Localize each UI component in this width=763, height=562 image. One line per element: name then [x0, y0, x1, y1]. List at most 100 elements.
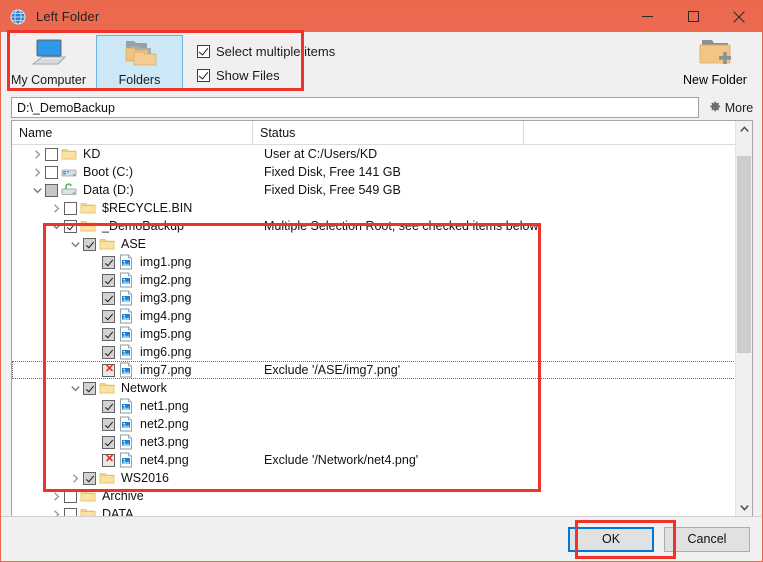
image-icon	[118, 290, 134, 306]
window-controls	[624, 1, 762, 32]
expand-toggle-icon[interactable]	[68, 379, 83, 397]
close-button[interactable]	[716, 1, 762, 32]
image-icon	[118, 308, 134, 324]
select-multiple-items-box[interactable]	[197, 45, 210, 58]
row-checkbox[interactable]	[64, 489, 77, 503]
scroll-up-arrow[interactable]	[736, 121, 752, 138]
show-files-box[interactable]	[197, 69, 210, 82]
row-checkbox[interactable]	[102, 291, 115, 305]
tree-row[interactable]: _DemoBackup Multiple Selection Root, see …	[12, 217, 752, 235]
show-files-label: Show Files	[216, 68, 280, 83]
expand-toggle-icon[interactable]	[30, 163, 45, 181]
tree-row[interactable]: net3.png	[12, 433, 752, 451]
column-header-extra	[524, 121, 752, 144]
tree-row-name: DATA	[102, 507, 134, 516]
tree-row[interactable]: Network	[12, 379, 752, 397]
tree-row[interactable]: $RECYCLE.BIN	[12, 199, 752, 217]
expand-toggle-icon	[87, 361, 102, 379]
column-header-status[interactable]: Status	[253, 121, 524, 144]
row-checkbox[interactable]	[64, 219, 77, 233]
expand-toggle-icon[interactable]	[68, 469, 83, 487]
file-tree-panel: Name Status KD User at C:/Users/KD Boot (C…	[11, 120, 753, 516]
minimize-button[interactable]	[624, 1, 670, 32]
tree-row[interactable]: Boot (C:) Fixed Disk, Free 141 GB	[12, 163, 752, 181]
column-header: Name Status	[12, 121, 752, 145]
tree-row[interactable]: WS2016	[12, 469, 752, 487]
expand-toggle-icon[interactable]	[49, 505, 64, 516]
show-files-checkbox[interactable]: Show Files	[197, 68, 335, 83]
expand-toggle-icon	[87, 343, 102, 361]
tree-row[interactable]: img2.png	[12, 271, 752, 289]
image-icon	[118, 398, 134, 414]
select-multiple-items-checkbox[interactable]: Select multiple items	[197, 44, 335, 59]
row-checkbox[interactable]	[83, 471, 96, 485]
row-checkbox[interactable]	[45, 165, 58, 179]
tree-row[interactable]: Archive	[12, 487, 752, 505]
tree-view[interactable]: KD User at C:/Users/KD Boot (C:) Fixed Disk…	[12, 145, 752, 516]
new-folder-button[interactable]: New Folder	[677, 36, 753, 87]
row-checkbox[interactable]	[45, 183, 58, 197]
row-checkbox[interactable]	[83, 237, 96, 251]
tree-row[interactable]: ASE	[12, 235, 752, 253]
row-checkbox-excluded[interactable]	[102, 363, 115, 377]
tree-row[interactable]: img4.png	[12, 307, 752, 325]
tree-row[interactable]: img1.png	[12, 253, 752, 271]
column-header-name[interactable]: Name	[12, 121, 253, 144]
tree-row[interactable]: Data (D:) Fixed Disk, Free 549 GB	[12, 181, 752, 199]
expand-toggle-icon	[87, 253, 102, 271]
tree-row[interactable]: DATA	[12, 505, 752, 516]
tree-row-name: _DemoBackup	[102, 219, 184, 233]
row-checkbox[interactable]	[102, 435, 115, 449]
tree-row[interactable]: KD User at C:/Users/KD	[12, 145, 752, 163]
tree-row-name: img5.png	[140, 327, 192, 341]
my-computer-button[interactable]: My Computer	[5, 35, 92, 91]
row-checkbox[interactable]	[64, 507, 77, 516]
tree-row[interactable]: img6.png	[12, 343, 752, 361]
tree-row[interactable]: net2.png	[12, 415, 752, 433]
expand-toggle-icon[interactable]	[30, 181, 45, 199]
more-button[interactable]: More	[699, 100, 762, 116]
cancel-button[interactable]: Cancel	[664, 526, 750, 552]
row-checkbox[interactable]	[83, 381, 96, 395]
expand-toggle-icon[interactable]	[49, 487, 64, 505]
row-checkbox[interactable]	[102, 309, 115, 323]
row-checkbox[interactable]	[102, 417, 115, 431]
ok-button[interactable]: OK	[568, 526, 654, 552]
scroll-thumb[interactable]	[737, 156, 751, 353]
row-checkbox[interactable]	[102, 345, 115, 359]
folders-button[interactable]: Folders	[96, 35, 183, 91]
tree-row[interactable]: img3.png	[12, 289, 752, 307]
row-checkbox[interactable]	[45, 147, 58, 161]
expand-toggle-icon[interactable]	[30, 145, 45, 163]
left-folder-dialog: Left Folder My Computer Folders Select m…	[0, 0, 763, 562]
expand-toggle-icon[interactable]	[49, 199, 64, 217]
row-checkbox[interactable]	[64, 201, 77, 215]
tree-row-name: WS2016	[121, 471, 169, 485]
image-icon	[118, 362, 134, 378]
row-checkbox[interactable]	[102, 273, 115, 287]
tree-row-name: net2.png	[140, 417, 189, 431]
tree-row-status: User at C:/Users/KD	[264, 147, 378, 161]
expand-toggle-icon[interactable]	[49, 217, 64, 235]
image-icon	[118, 344, 134, 360]
expand-toggle-icon	[87, 307, 102, 325]
image-icon	[118, 272, 134, 288]
scroll-down-arrow[interactable]	[736, 499, 752, 516]
folder-icon	[61, 146, 77, 162]
tree-row[interactable]: img7.png Exclude '/ASE/img7.png'	[12, 361, 752, 379]
tree-row-name: net1.png	[140, 399, 189, 413]
row-checkbox-excluded[interactable]	[102, 453, 115, 467]
tree-row[interactable]: net4.png Exclude '/Network/net4.png'	[12, 451, 752, 469]
expand-toggle-icon	[87, 415, 102, 433]
tree-row[interactable]: net1.png	[12, 397, 752, 415]
folders-label: Folders	[118, 72, 161, 87]
tree-scrollbar[interactable]	[735, 121, 752, 516]
maximize-button[interactable]	[670, 1, 716, 32]
tree-row[interactable]: img5.png	[12, 325, 752, 343]
row-checkbox[interactable]	[102, 327, 115, 341]
expand-toggle-icon[interactable]	[68, 235, 83, 253]
path-input[interactable]: D:\_DemoBackup	[11, 97, 699, 118]
row-checkbox[interactable]	[102, 255, 115, 269]
tree-row-status: Fixed Disk, Free 549 GB	[264, 183, 401, 197]
row-checkbox[interactable]	[102, 399, 115, 413]
